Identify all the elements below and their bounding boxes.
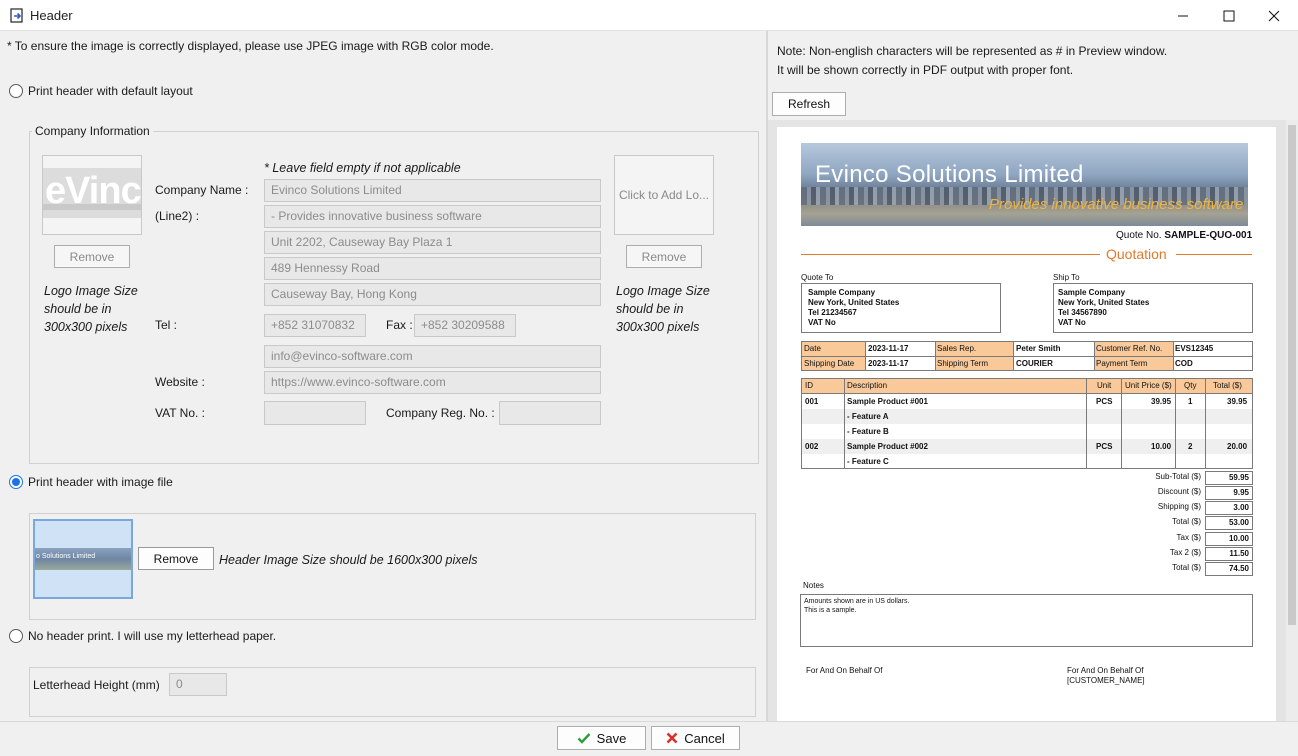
title-rule-left	[801, 254, 1100, 255]
jpeg-note: * To ensure the image is correctly displ…	[7, 39, 494, 53]
cancel-x-icon	[666, 732, 678, 744]
radio-default-layout-label[interactable]: Print header with default layout	[28, 84, 193, 98]
tel-field[interactable]: +852 31070832	[264, 314, 366, 337]
letterhead-height-field[interactable]: 0	[169, 673, 227, 696]
remove-logo-left-button[interactable]: Remove	[54, 245, 130, 268]
preview-banner-subtitle: Provides innovative business software	[989, 196, 1244, 213]
preview-items-table: ID Description Unit Unit Price ($) Qty T…	[801, 378, 1253, 469]
radio-no-header-label[interactable]: No header print. I will use my letterhea…	[28, 629, 276, 643]
preview-doc-title: Quotation	[1106, 246, 1167, 262]
preview-quote-to-label: Quote To	[801, 273, 834, 282]
preview-note-line1: Note: Non-english characters will be rep…	[777, 44, 1168, 58]
preview-ship-to-box: Sample Company New York, United States T…	[1053, 283, 1253, 333]
fax-field[interactable]: +852 30209588	[414, 314, 516, 337]
company-reg-label: Company Reg. No. :	[386, 406, 495, 420]
window-title: Header	[30, 8, 73, 23]
maximize-button[interactable]	[1206, 0, 1252, 31]
preview-sign-right: For And On Behalf Of [CUSTOMER_NAME]	[1067, 666, 1145, 685]
address-line3-field[interactable]: Causeway Bay, Hong Kong	[264, 283, 601, 306]
header-image-size-note: Header Image Size should be 1600x300 pix…	[219, 553, 478, 567]
logo-size-note-left: Logo Image Size should be in 300x300 pix…	[44, 284, 138, 334]
letterhead-height-label: Letterhead Height (mm)	[33, 678, 160, 692]
preview-banner: Evinco Solutions Limited Provides innova…	[801, 143, 1248, 226]
radio-image-file[interactable]	[9, 475, 23, 489]
table-row: - Feature C	[847, 457, 889, 466]
radio-default-layout[interactable]	[9, 84, 23, 98]
vat-field[interactable]	[264, 401, 366, 425]
title-rule-right	[1176, 254, 1252, 255]
maximize-icon	[1223, 10, 1235, 21]
remove-logo-right-button[interactable]: Remove	[626, 245, 702, 268]
preview-ship-to-label: Ship To	[1053, 273, 1080, 282]
header-image-thumbnail[interactable]: o Solutions Limited	[33, 519, 133, 599]
website-field[interactable]: https://www.evinco-software.com	[264, 371, 601, 394]
minimize-icon	[1178, 15, 1188, 16]
leave-empty-note: * Leave field empty if not applicable	[264, 161, 461, 175]
app-icon	[10, 8, 23, 23]
add-logo-right-box[interactable]: Click to Add Lo...	[614, 155, 714, 235]
company-reg-field[interactable]	[499, 401, 601, 425]
email-field[interactable]: info@evinco-software.com	[264, 345, 601, 368]
address-line2-field[interactable]: 489 Hennessy Road	[264, 257, 601, 280]
cancel-button[interactable]: Cancel	[651, 726, 740, 750]
refresh-button[interactable]: Refresh	[772, 92, 846, 116]
table-row: 001	[805, 397, 819, 406]
preview-quote-to-box: Sample Company New York, United States T…	[801, 283, 1001, 333]
letterhead-group	[29, 667, 756, 717]
line2-field[interactable]: - Provides innovative business software	[264, 205, 601, 228]
close-button[interactable]	[1251, 0, 1297, 31]
logo-size-note-right: Logo Image Size should be in 300x300 pix…	[616, 284, 710, 334]
table-row: - Feature A	[847, 412, 889, 421]
radio-no-header[interactable]	[9, 629, 23, 643]
vat-label: VAT No. :	[155, 406, 206, 420]
preview-scrollbar-thumb[interactable]	[1288, 125, 1296, 625]
title-bar: Header	[0, 0, 1298, 31]
dialog-button-bar	[0, 721, 1298, 756]
preview-totals: Sub-Total ($) 59.95 Discount ($) 9.95 Sh…	[1120, 471, 1253, 578]
check-icon	[577, 733, 591, 744]
close-icon	[1268, 10, 1280, 21]
company-name-label: Company Name :	[155, 183, 249, 197]
preview-banner-title: Evinco Solutions Limited	[815, 161, 1084, 188]
radio-image-file-label[interactable]: Print header with image file	[28, 475, 173, 489]
fax-label: Fax :	[386, 318, 413, 332]
save-button[interactable]: Save	[557, 726, 646, 750]
address-line1-field[interactable]: Unit 2202, Causeway Bay Plaza 1	[264, 231, 601, 254]
preview-quote-no: Quote No. SAMPLE-QUO-001	[1116, 230, 1253, 241]
website-label: Website :	[155, 375, 205, 389]
header-image-thumbnail-text: o Solutions Limited	[36, 553, 96, 560]
company-name-field[interactable]: Evinco Solutions Limited	[264, 179, 601, 202]
preview-info-grid: Date 2023-11-17 Sales Rep. Peter Smith C…	[801, 341, 1253, 371]
minimize-button[interactable]	[1160, 0, 1206, 31]
preview-notes-box: Amounts shown are in US dollars. This is…	[800, 594, 1253, 647]
line2-label: (Line2) :	[155, 209, 200, 223]
company-info-title: Company Information	[32, 124, 153, 138]
preview-notes-label: Notes	[803, 581, 824, 590]
logo-left-box[interactable]: eVinco	[42, 155, 142, 235]
tel-label: Tel :	[155, 318, 178, 332]
table-row: 002	[805, 442, 819, 451]
preview-note-line2: It will be shown correctly in PDF output…	[777, 63, 1074, 77]
table-row: - Feature B	[847, 427, 889, 436]
remove-header-image-button[interactable]: Remove	[138, 547, 214, 570]
preview-sign-left: For And On Behalf Of	[806, 666, 883, 675]
